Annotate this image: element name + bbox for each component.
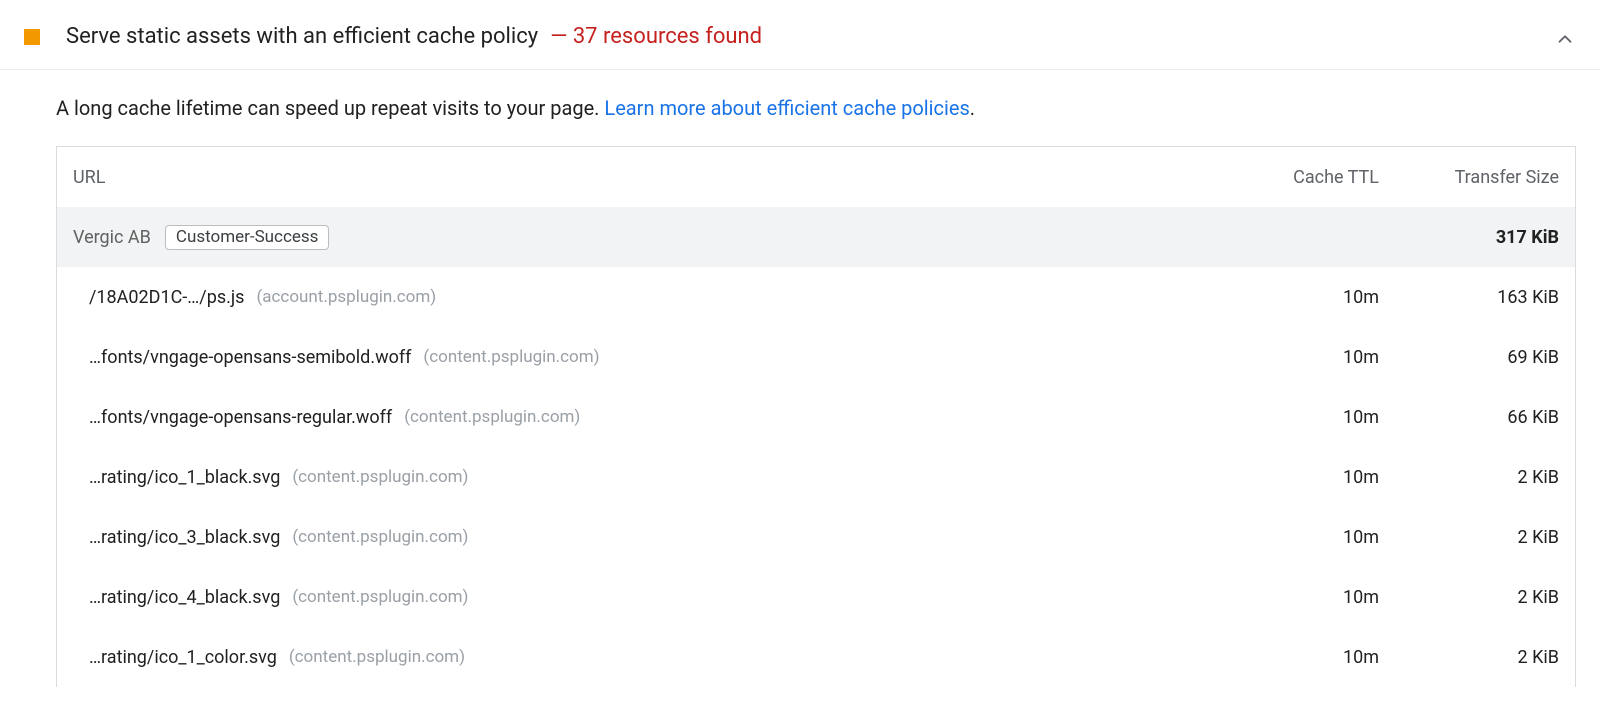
table-row[interactable]: …rating/ico_4_black.svg (content.psplugi… <box>57 567 1575 627</box>
group-total: 317 KiB <box>1379 227 1559 248</box>
transfer-size: 66 KiB <box>1379 407 1559 428</box>
url-origin: (content.psplugin.com) <box>423 347 599 367</box>
url-path: …rating/ico_1_color.svg <box>89 647 277 668</box>
transfer-size: 2 KiB <box>1379 467 1559 488</box>
url-path: …rating/ico_3_black.svg <box>89 527 280 548</box>
transfer-size: 2 KiB <box>1379 647 1559 668</box>
table-header-row: URL Cache TTL Transfer Size <box>57 147 1575 207</box>
cache-ttl: 10m <box>1219 287 1379 308</box>
audit-header[interactable]: Serve static assets with an efficient ca… <box>0 0 1600 70</box>
url-origin: (account.psplugin.com) <box>256 287 436 307</box>
cache-ttl: 10m <box>1219 647 1379 668</box>
transfer-size: 2 KiB <box>1379 527 1559 548</box>
url-origin: (content.psplugin.com) <box>292 467 468 487</box>
cache-ttl: 10m <box>1219 527 1379 548</box>
table-row[interactable]: …rating/ico_3_black.svg (content.psplugi… <box>57 507 1575 567</box>
group-name: Vergic AB <box>73 227 151 248</box>
col-header-ttl: Cache TTL <box>1219 167 1379 188</box>
group-chip: Customer-Success <box>165 225 330 250</box>
chevron-up-icon[interactable] <box>1554 28 1576 50</box>
cache-ttl: 10m <box>1219 347 1379 368</box>
cache-ttl: 10m <box>1219 587 1379 608</box>
url-origin: (content.psplugin.com) <box>292 587 468 607</box>
status-square-icon <box>24 29 40 45</box>
url-path: …fonts/vngage-opensans-semibold.woff <box>89 347 411 368</box>
url-path: /18A02D1C-…/ps.js <box>89 287 244 308</box>
audit-subtitle: — 37 resources found <box>550 24 762 49</box>
audit-title: Serve static assets with an efficient ca… <box>66 24 538 49</box>
description-suffix: . <box>970 96 975 120</box>
table-row[interactable]: …fonts/vngage-opensans-semibold.woff (co… <box>57 327 1575 387</box>
table-row[interactable]: …rating/ico_1_color.svg (content.psplugi… <box>57 627 1575 687</box>
learn-more-link[interactable]: Learn more about efficient cache policie… <box>604 96 969 120</box>
url-path: …rating/ico_1_black.svg <box>89 467 280 488</box>
transfer-size: 163 KiB <box>1379 287 1559 308</box>
url-path: …fonts/vngage-opensans-regular.woff <box>89 407 392 428</box>
table-row[interactable]: …rating/ico_1_black.svg (content.psplugi… <box>57 447 1575 507</box>
url-origin: (content.psplugin.com) <box>404 407 580 427</box>
col-header-size: Transfer Size <box>1379 167 1559 188</box>
col-header-url: URL <box>73 167 1219 188</box>
transfer-size: 69 KiB <box>1379 347 1559 368</box>
url-origin: (content.psplugin.com) <box>289 647 465 667</box>
cache-ttl: 10m <box>1219 407 1379 428</box>
group-row[interactable]: Vergic AB Customer-Success 317 KiB <box>57 207 1575 267</box>
url-path: …rating/ico_4_black.svg <box>89 587 280 608</box>
transfer-size: 2 KiB <box>1379 587 1559 608</box>
resource-table: URL Cache TTL Transfer Size Vergic AB Cu… <box>56 146 1576 687</box>
table-row[interactable]: /18A02D1C-…/ps.js (account.psplugin.com)… <box>57 267 1575 327</box>
url-origin: (content.psplugin.com) <box>292 527 468 547</box>
cache-ttl: 10m <box>1219 467 1379 488</box>
audit-description: A long cache lifetime can speed up repea… <box>0 70 1600 146</box>
table-row[interactable]: …fonts/vngage-opensans-regular.woff (con… <box>57 387 1575 447</box>
description-text: A long cache lifetime can speed up repea… <box>56 96 604 120</box>
audit-panel: Serve static assets with an efficient ca… <box>0 0 1600 687</box>
